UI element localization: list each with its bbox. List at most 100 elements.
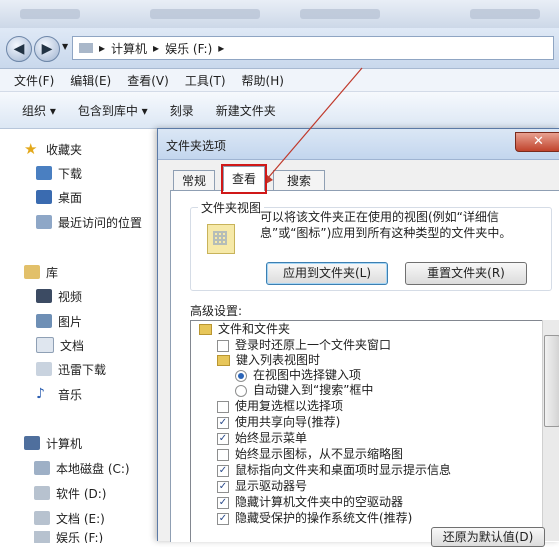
list-item[interactable]: ✓ 显示驱动器号 <box>217 479 307 494</box>
navigation-pane: ★ 收藏夹 下载 桌面 最近访问的位置 库 视频 图片 文档 迅雷下载 ♪ 音乐… <box>0 129 155 543</box>
hard-drive-icon <box>34 461 50 475</box>
documents-icon <box>36 337 54 353</box>
close-button[interactable]: ✕ <box>515 132 559 152</box>
history-dropdown-icon[interactable]: ▼ <box>62 42 68 51</box>
tab-search[interactable]: 搜索 <box>273 170 325 191</box>
list-item-label: 在视图中选择键入项 <box>253 368 362 382</box>
title-strip <box>0 0 559 29</box>
list-item[interactable]: 自动键入到“搜索”框中 <box>235 383 373 398</box>
download-folder-icon <box>36 166 52 180</box>
new-folder-button[interactable]: 新建文件夹 <box>216 102 276 119</box>
checkbox[interactable]: ✓ <box>217 496 229 509</box>
organize-button[interactable]: 组织 ▾ <box>22 102 56 119</box>
checkbox[interactable] <box>217 339 229 352</box>
menu-help[interactable]: 帮助(H) <box>242 72 284 89</box>
tab-highlight-box <box>221 164 267 194</box>
checkbox[interactable] <box>217 448 229 461</box>
sidebar-item-recent[interactable]: 最近访问的位置 <box>36 212 142 232</box>
sidebar-item-videos[interactable]: 视频 <box>36 286 82 306</box>
sidebar-label: 迅雷下载 <box>58 362 107 377</box>
path-separator: ▸ <box>153 41 160 55</box>
checkbox[interactable]: ✓ <box>217 432 229 445</box>
sidebar-label: 文档 (E:) <box>56 511 105 526</box>
forward-button[interactable]: ▶ <box>34 36 60 62</box>
sidebar-label: 计算机 <box>46 436 83 451</box>
list-item-label: 文件和文件夹 <box>218 322 291 336</box>
list-item[interactable]: 登录时还原上一个文件夹窗口 <box>217 338 391 353</box>
radio-button[interactable] <box>235 369 247 382</box>
library-icon <box>24 265 40 279</box>
blurred-tab <box>20 9 80 19</box>
sidebar-item-pictures[interactable]: 图片 <box>36 311 82 331</box>
checkbox[interactable]: ✓ <box>217 464 229 477</box>
scrollbar-thumb[interactable] <box>544 335 559 427</box>
xunlei-download-icon <box>36 362 52 376</box>
back-arrow-icon: ◀ <box>13 41 25 57</box>
desktop-icon <box>36 190 52 204</box>
burn-button[interactable]: 刻录 <box>170 102 194 119</box>
sidebar-favorites[interactable]: ★ 收藏夹 <box>24 139 82 159</box>
checkbox[interactable] <box>217 400 229 413</box>
folder-icon <box>199 324 212 335</box>
list-item-label: 鼠标指向文件夹和桌面项时显示提示信息 <box>235 463 452 477</box>
list-item[interactable]: 在视图中选择键入项 <box>235 368 361 383</box>
advanced-settings-label: 高级设置: <box>190 304 243 318</box>
path-separator: ▸ <box>99 41 106 55</box>
checkbox[interactable]: ✓ <box>217 512 229 525</box>
list-item[interactable]: ✓ 始终显示菜单 <box>217 431 307 446</box>
list-item[interactable]: ✓ 隐藏计算机文件夹中的空驱动器 <box>217 495 403 510</box>
sidebar-item-downloads[interactable]: 下载 <box>36 163 82 183</box>
menu-view[interactable]: 查看(V) <box>127 72 169 89</box>
menu-edit[interactable]: 编辑(E) <box>70 72 111 89</box>
apply-to-folders-button[interactable]: 应用到文件夹(L) <box>266 262 388 285</box>
list-item[interactable]: ✓ 隐藏受保护的操作系统文件(推荐) <box>217 511 412 526</box>
hard-drive-icon <box>34 511 50 525</box>
sidebar-item-drive-d[interactable]: 软件 (D:) <box>34 483 106 503</box>
sidebar-computer[interactable]: 计算机 <box>24 433 82 453</box>
sidebar-libraries[interactable]: 库 <box>24 262 58 282</box>
sidebar-item-drive-f[interactable]: 娱乐 (F:) <box>34 531 103 543</box>
list-item[interactable]: 始终显示图标，从不显示缩略图 <box>217 447 403 462</box>
breadcrumb-computer[interactable]: 计算机 <box>111 40 147 57</box>
list-item[interactable]: ✓ 鼠标指向文件夹和桌面项时显示提示信息 <box>217 463 451 478</box>
sidebar-label: 库 <box>46 265 59 280</box>
sidebar-label: 桌面 <box>58 190 83 205</box>
include-library-button[interactable]: 包含到库中 ▾ <box>78 102 148 119</box>
sidebar-item-desktop[interactable]: 桌面 <box>36 187 82 207</box>
menu-file[interactable]: 文件(F) <box>14 72 54 89</box>
restore-defaults-button[interactable]: 还原为默认值(D) <box>431 527 545 547</box>
sidebar-label: 软件 (D:) <box>56 486 107 501</box>
music-icon: ♪ <box>36 386 45 402</box>
sidebar-label: 收藏夹 <box>46 142 83 157</box>
video-icon <box>36 289 52 303</box>
sidebar-label: 娱乐 (F:) <box>56 531 104 543</box>
list-item[interactable]: ✓ 使用共享向导(推荐) <box>217 415 340 430</box>
blurred-tab <box>150 9 260 19</box>
reset-folders-button[interactable]: 重置文件夹(R) <box>405 262 527 285</box>
sidebar-item-music[interactable]: ♪ 音乐 <box>36 384 82 404</box>
tab-general[interactable]: 常规 <box>173 170 215 191</box>
breadcrumb-drive[interactable]: 娱乐 (F:) <box>165 40 212 57</box>
list-item-label: 使用复选框以选择项 <box>235 399 344 413</box>
hard-drive-icon <box>34 531 50 543</box>
command-bar: 组织 ▾ 包含到库中 ▾ 刻录 新建文件夹 <box>0 92 559 129</box>
sidebar-item-documents[interactable]: 文档 <box>36 335 84 355</box>
sidebar-item-xunlei[interactable]: 迅雷下载 <box>36 359 106 379</box>
list-item-label: 使用共享向导(推荐) <box>235 415 341 429</box>
folder-view-icon <box>207 224 235 254</box>
dialog-titlebar[interactable]: 文件夹选项 ✕ <box>158 129 559 160</box>
checkbox[interactable]: ✓ <box>217 416 229 429</box>
list-item[interactable]: 使用复选框以选择项 <box>217 399 343 414</box>
radio-button[interactable] <box>235 384 247 397</box>
address-bar[interactable]: ▸ 计算机 ▸ 娱乐 (F:) ▸ <box>72 36 554 60</box>
blurred-tab <box>300 9 380 19</box>
path-separator: ▸ <box>218 41 225 55</box>
sidebar-item-drive-c[interactable]: 本地磁盘 (C:) <box>34 458 130 478</box>
list-item-label: 隐藏受保护的操作系统文件(推荐) <box>235 511 413 525</box>
sidebar-label: 图片 <box>58 314 83 329</box>
checkbox[interactable]: ✓ <box>217 480 229 493</box>
sidebar-item-drive-e[interactable]: 文档 (E:) <box>34 508 105 528</box>
back-button[interactable]: ◀ <box>6 36 32 62</box>
advanced-settings-list[interactable]: 文件和文件夹 登录时还原上一个文件夹窗口 键入列表视图时 在视图中选择键入项 自… <box>190 320 559 542</box>
menu-tools[interactable]: 工具(T) <box>185 72 226 89</box>
